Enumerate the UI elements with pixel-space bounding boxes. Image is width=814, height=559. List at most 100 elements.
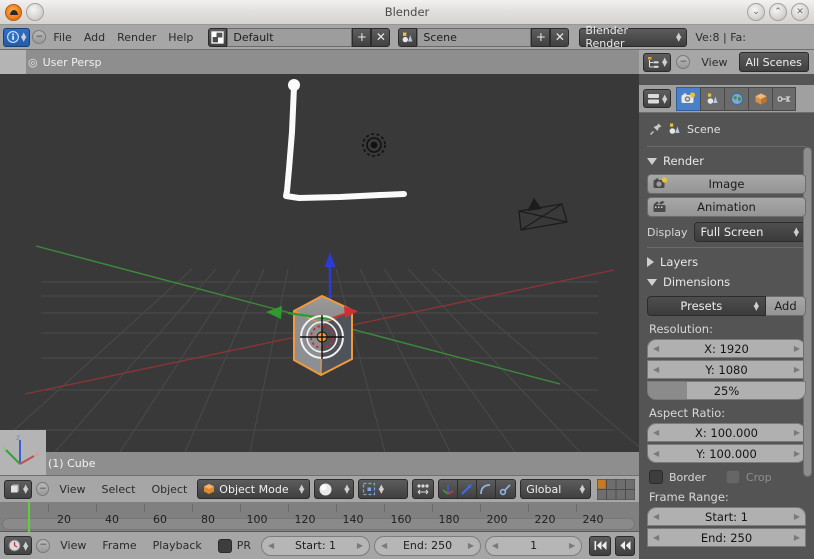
menu-render[interactable]: Render xyxy=(112,31,161,44)
viewport-corner-widget[interactable] xyxy=(0,50,26,74)
add-scene-button[interactable]: + xyxy=(531,27,551,47)
manipulator-extra-icon[interactable] xyxy=(496,480,515,498)
timeline-menu-playback[interactable]: Playback xyxy=(147,539,208,552)
viewport-menu-view[interactable]: View xyxy=(53,483,91,496)
collapse-menus-icon[interactable]: − xyxy=(36,482,50,496)
decrement-arrow-icon[interactable]: ◀ xyxy=(653,365,659,374)
increment-arrow-icon[interactable]: ▶ xyxy=(357,541,363,550)
crop-checkbox[interactable] xyxy=(725,470,740,484)
menu-add[interactable]: Add xyxy=(79,31,110,44)
scene-layers-grid[interactable] xyxy=(597,478,636,500)
editor-type-selector[interactable]: ▲ ▼ xyxy=(3,27,31,47)
scene-data-icon[interactable] xyxy=(398,27,418,47)
increment-arrow-icon[interactable]: ▶ xyxy=(794,533,800,542)
render-animation-button[interactable]: Animation xyxy=(647,197,806,217)
decrement-arrow-icon[interactable]: ◀ xyxy=(268,541,274,550)
menu-file[interactable]: File xyxy=(48,31,76,44)
timeline-editor[interactable]: 20 40 60 80 100 120 140 160 180 200 220 … xyxy=(0,502,639,559)
decrement-arrow-icon[interactable]: ◀ xyxy=(653,428,659,437)
increment-arrow-icon[interactable]: ▶ xyxy=(794,449,800,458)
properties-editor-type-selector[interactable]: ▲ ▼ xyxy=(643,89,672,108)
manipulator-rotate-icon[interactable] xyxy=(458,480,478,498)
outliner-display-mode[interactable]: All Scenes xyxy=(738,52,809,72)
increment-arrow-icon[interactable]: ▶ xyxy=(794,365,800,374)
pin-icon[interactable] xyxy=(649,122,663,136)
toolshelf-toggle-icon[interactable]: ◎ xyxy=(28,56,38,69)
properties-tab-object[interactable] xyxy=(748,86,773,111)
pivot-point-dropdown[interactable]: ▲ ▼ xyxy=(357,479,408,499)
add-preset-button[interactable]: Add xyxy=(766,296,806,316)
outliner-menu-view[interactable]: View xyxy=(695,56,733,69)
properties-tab-scene[interactable] xyxy=(700,86,725,111)
collapse-menus-icon[interactable]: − xyxy=(36,538,51,553)
increment-arrow-icon[interactable]: ▶ xyxy=(468,541,474,550)
decrement-arrow-icon[interactable]: ◀ xyxy=(492,541,498,550)
collapse-menus-icon[interactable]: − xyxy=(676,55,691,69)
decrement-arrow-icon[interactable]: ◀ xyxy=(381,541,387,550)
layers-panel-header[interactable]: Layers xyxy=(647,252,806,272)
interaction-mode-dropdown[interactable]: Object Mode ▲ ▼ xyxy=(197,479,311,499)
viewport-menu-object[interactable]: Object xyxy=(145,483,193,496)
menu-help[interactable]: Help xyxy=(163,31,198,44)
outliner-editor-type-selector[interactable]: ▲ ▼ xyxy=(643,52,672,72)
properties-tab-constraints[interactable] xyxy=(772,86,797,111)
properties-tab-world[interactable] xyxy=(724,86,749,111)
screen-layout-icon[interactable] xyxy=(208,27,228,47)
view3d-editor-type-selector[interactable]: ▲ ▼ xyxy=(4,479,33,499)
delete-scene-button[interactable]: ✕ xyxy=(550,27,570,47)
window-menu-icon[interactable] xyxy=(26,3,44,21)
render-engine-dropdown[interactable]: Blender Render ▲ ▼ xyxy=(579,25,688,49)
proportional-edit-toggle[interactable] xyxy=(411,479,434,499)
timeline-menu-view[interactable]: View xyxy=(54,539,92,552)
manipulator-group[interactable] xyxy=(437,479,517,499)
transform-orientation-dropdown[interactable]: Global ▲ ▼ xyxy=(520,479,592,499)
border-checkbox[interactable] xyxy=(649,470,663,484)
display-mode-dropdown[interactable]: Full Screen ▲ ▼ xyxy=(693,222,806,242)
timeline-editor-type-selector[interactable]: ▲ ▼ xyxy=(4,536,33,555)
increment-arrow-icon[interactable]: ▶ xyxy=(794,512,800,521)
render-panel-header[interactable]: Render xyxy=(647,151,806,171)
render-image-button[interactable]: Image xyxy=(647,174,806,194)
frame-end-field[interactable]: ◀ End: 250 ▶ xyxy=(374,535,482,556)
timeline-menu-frame[interactable]: Frame xyxy=(96,539,142,552)
scene-field[interactable]: Scene xyxy=(417,27,532,47)
increment-arrow-icon[interactable]: ▶ xyxy=(569,541,575,550)
screen-layout-field[interactable]: Default xyxy=(227,27,353,47)
resolution-presets-dropdown[interactable]: Presets ▲ ▼ xyxy=(647,296,766,316)
manipulator-translate-icon[interactable] xyxy=(439,480,459,498)
decrement-arrow-icon[interactable]: ◀ xyxy=(653,512,659,521)
jump-to-start-button[interactable] xyxy=(589,535,611,556)
frame-range-start-field[interactable]: ◀ Start: 1 ▶ xyxy=(647,507,806,526)
timeline-playhead[interactable] xyxy=(28,502,30,532)
resolution-y-field[interactable]: ◀ Y: 1080 ▶ xyxy=(647,360,806,379)
aspect-x-field[interactable]: ◀ X: 100.000 ▶ xyxy=(647,423,806,442)
viewport-3d[interactable]: ◎ User Persp z y x (1) Cube xyxy=(0,50,639,475)
resolution-percentage-slider[interactable]: 25% xyxy=(647,381,806,400)
viewport-shading-dropdown[interactable]: ▲ ▼ xyxy=(314,479,354,499)
manipulator-scale-icon[interactable] xyxy=(477,480,497,498)
properties-tab-render[interactable] xyxy=(676,86,701,111)
aspect-y-field[interactable]: ◀ Y: 100.000 ▶ xyxy=(647,444,806,463)
current-frame-field[interactable]: ◀ 1 ▶ xyxy=(485,535,583,556)
maximize-button[interactable]: ⌃ xyxy=(769,3,787,21)
properties-editor[interactable]: ▲ ▼ Scene Render Image Animation Display… xyxy=(639,85,814,559)
increment-arrow-icon[interactable]: ▶ xyxy=(794,428,800,437)
delete-screen-layout-button[interactable]: ✕ xyxy=(371,27,391,47)
decrement-arrow-icon[interactable]: ◀ xyxy=(653,344,659,353)
decrement-arrow-icon[interactable]: ◀ xyxy=(653,449,659,458)
increment-arrow-icon[interactable]: ▶ xyxy=(794,344,800,353)
dimensions-panel-header[interactable]: Dimensions xyxy=(647,272,806,292)
add-screen-layout-button[interactable]: + xyxy=(352,27,372,47)
preview-range-checkbox[interactable] xyxy=(217,538,232,553)
resolution-x-field[interactable]: ◀ X: 1920 ▶ xyxy=(647,339,806,358)
minimize-button[interactable]: ⌄ xyxy=(747,3,765,21)
viewport-menu-select[interactable]: Select xyxy=(96,483,142,496)
close-button[interactable]: ✕ xyxy=(791,3,809,21)
frame-range-end-field[interactable]: ◀ End: 250 ▶ xyxy=(647,528,806,547)
collapse-menus-icon[interactable]: − xyxy=(32,30,47,44)
rewind-button[interactable] xyxy=(615,535,635,556)
viewport-canvas[interactable] xyxy=(0,74,639,452)
frame-start-field[interactable]: ◀ Start: 1 ▶ xyxy=(261,535,371,556)
timeline-ruler[interactable]: 20 40 60 80 100 120 140 160 180 200 220 … xyxy=(0,502,639,532)
decrement-arrow-icon[interactable]: ◀ xyxy=(653,533,659,542)
